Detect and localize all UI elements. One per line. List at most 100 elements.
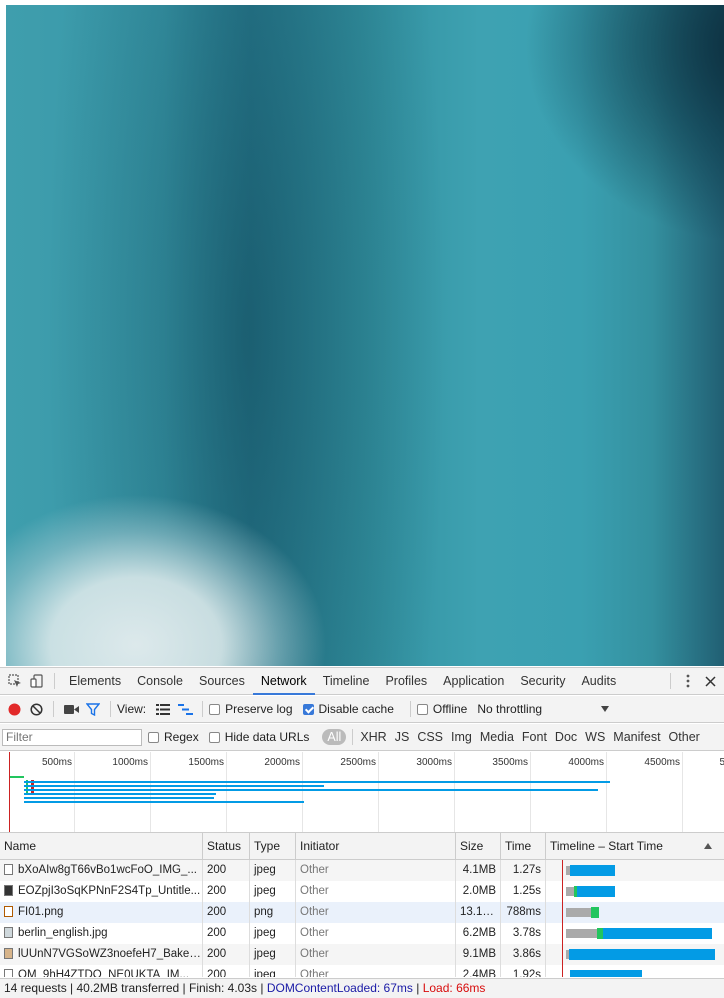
waterfall-overview-icon[interactable] [174,698,196,720]
request-name-cell[interactable]: lUUnN7VGSoWZ3noefeH7_Baker... [0,944,203,965]
table-row[interactable]: FI01.png 200 png Other 13.1KB 788ms [0,902,724,923]
tab-timeline[interactable]: Timeline [315,668,378,695]
overview-tick: 3500ms [492,757,528,768]
overview-tick: 2000ms [264,757,300,768]
status-divider: | [412,981,423,995]
capture-screenshots-icon[interactable] [60,698,82,720]
request-name: berlin_english.jpg [18,927,108,939]
column-header-status[interactable]: Status [203,833,250,859]
request-waterfall [546,902,724,923]
request-type: jpeg [250,923,296,944]
waterfall-ttfb-bar [591,907,599,918]
filter-icon[interactable] [82,698,104,720]
offline-checkbox[interactable]: Offline [416,702,467,716]
tab-console[interactable]: Console [129,668,191,695]
request-name: OM_9hH4ZTDO_NE0UKTA_IM... [18,969,190,977]
device-toolbar-icon[interactable] [26,670,48,692]
large-request-rows-icon[interactable] [152,698,174,720]
request-time: 1.92s [501,965,546,977]
table-row[interactable]: lUUnN7VGSoWZ3noefeH7_Baker... 200 jpeg O… [0,944,724,965]
filter-type-xhr[interactable]: XHR [356,730,390,744]
tab-profiles[interactable]: Profiles [377,668,435,695]
disable-cache-checkbox[interactable]: Disable cache [302,702,394,716]
waterfall-waiting-bar [566,908,591,917]
filter-type-font[interactable]: Font [518,730,551,744]
waterfall-download-bar [570,865,615,876]
request-waterfall [546,881,724,902]
request-initiator: Other [296,881,456,902]
table-row[interactable]: berlin_english.jpg 200 jpeg Other 6.2MB … [0,923,724,944]
inspect-element-icon[interactable] [4,670,26,692]
request-waterfall [546,965,724,977]
hide-data-urls-label: Hide data URLs [224,730,310,744]
request-time: 1.27s [501,860,546,881]
dropdown-arrow-icon [601,706,610,712]
column-header-size[interactable]: Size [456,833,501,859]
toolbar-divider [54,673,55,689]
request-name-cell[interactable]: EOZpjI3oSqKPNnF2S4Tp_Untitle... [0,881,203,902]
column-header-type[interactable]: Type [250,833,296,859]
column-header-time[interactable]: Time [501,833,546,859]
request-name-cell[interactable]: bXoAIw8gT66vBo1wcFoO_IMG_... [0,860,203,881]
record-button[interactable] [3,698,25,720]
table-row[interactable]: OM_9hH4ZTDO_NE0UKTA_IM... 200 jpeg Other… [0,965,724,977]
request-type: png [250,902,296,923]
filter-type-doc[interactable]: Doc [551,730,581,744]
filter-type-other[interactable]: Other [665,730,704,744]
request-name-cell[interactable]: FI01.png [0,902,203,923]
regex-checkbox[interactable]: Regex [148,730,199,744]
more-options-icon[interactable] [677,670,699,692]
filter-type-all[interactable]: All [322,729,347,745]
column-header-initiator[interactable]: Initiator [296,833,456,859]
clear-icon[interactable] [25,698,47,720]
request-type: jpeg [250,860,296,881]
regex-label: Regex [164,730,199,744]
network-toolbar: View: Preserve log Disable cache Offline… [0,696,724,723]
filter-type-ws[interactable]: WS [581,730,609,744]
toolbar-divider [202,701,204,717]
table-row[interactable]: bXoAIw8gT66vBo1wcFoO_IMG_... 200 jpeg Ot… [0,860,724,881]
sort-ascending-icon [704,843,712,849]
request-size: 4.1MB [456,860,501,881]
hide-data-urls-checkbox[interactable]: Hide data URLs [208,730,310,744]
tab-audits[interactable]: Audits [573,668,624,695]
filter-type-img[interactable]: Img [447,730,476,744]
preserve-log-label: Preserve log [225,702,293,716]
request-name: bXoAIw8gT66vBo1wcFoO_IMG_... [18,864,197,876]
image-file-icon [4,969,13,977]
toolbar-divider [352,729,354,745]
tab-network[interactable]: Network [252,668,315,695]
filter-input[interactable] [2,728,142,746]
overview-bar [24,797,214,799]
column-header-name[interactable]: Name [0,833,203,859]
filter-type-js[interactable]: JS [391,730,414,744]
tab-sources[interactable]: Sources [191,668,253,695]
request-initiator: Other [296,902,456,923]
table-row[interactable]: EOZpjI3oSqKPNnF2S4Tp_Untitle... 200 jpeg… [0,881,724,902]
throttling-select[interactable]: No throttling [477,702,610,716]
tab-application[interactable]: Application [435,668,512,695]
request-initiator: Other [296,944,456,965]
overview-gridline [74,752,75,832]
tab-security[interactable]: Security [512,668,573,695]
overview-gridline [454,752,455,832]
close-icon[interactable] [699,670,721,692]
request-name-cell[interactable]: berlin_english.jpg [0,923,203,944]
overview-bar [24,785,324,787]
request-time: 3.86s [501,944,546,965]
filter-type-css[interactable]: CSS [413,730,447,744]
request-name-cell[interactable]: OM_9hH4ZTDO_NE0UKTA_IM... [0,965,203,977]
overview-tick: 1500ms [188,757,224,768]
tab-elements[interactable]: Elements [61,668,129,695]
network-overview[interactable]: 500ms 1000ms 1500ms 2000ms 2500ms 3000ms… [0,752,724,833]
request-status: 200 [203,944,250,965]
request-initiator: Other [296,860,456,881]
filter-type-media[interactable]: Media [476,730,518,744]
filter-type-manifest[interactable]: Manifest [609,730,664,744]
request-initiator: Other [296,965,456,977]
load-marker-line [562,860,563,977]
preserve-log-checkbox[interactable]: Preserve log [209,702,293,716]
column-header-timeline[interactable]: Timeline – Start Time [546,833,724,859]
overview-gridline [530,752,531,832]
request-size: 9.1MB [456,944,501,965]
